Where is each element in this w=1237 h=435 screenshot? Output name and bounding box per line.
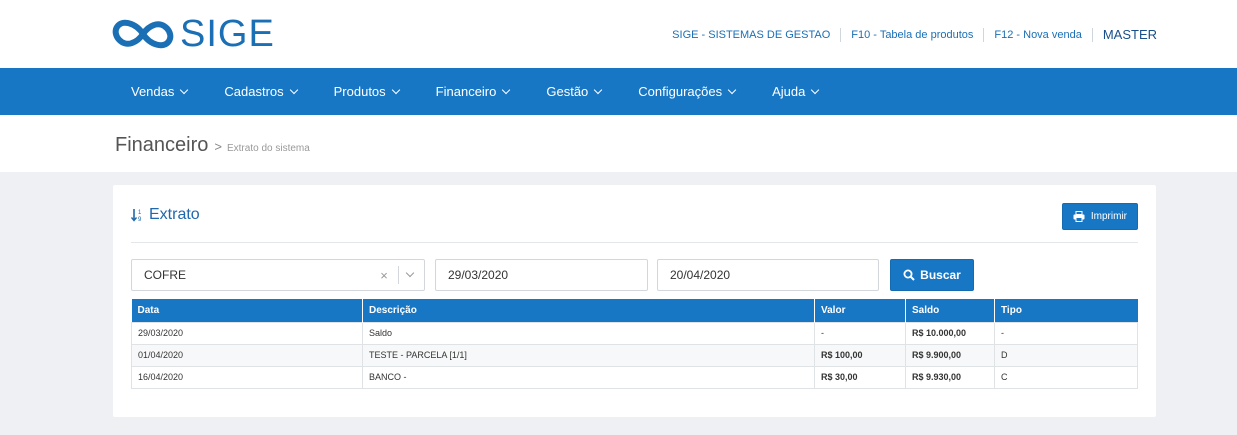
f12-new-sale-link[interactable]: F12 - Nova venda <box>994 29 1081 41</box>
column-header-valor[interactable]: Valor <box>814 299 906 322</box>
chevron-down-icon <box>594 85 603 94</box>
nav-item-financeiro[interactable]: Financeiro <box>435 84 511 99</box>
column-header-saldo[interactable]: Saldo <box>905 299 995 322</box>
nav-item-produtos[interactable]: Produtos <box>333 84 400 99</box>
statement-table: Data Descrição Valor Saldo Tipo 29/03/20… <box>131 299 1138 389</box>
nav-item-cadastros[interactable]: Cadastros <box>224 84 298 99</box>
nav-item-ajuda[interactable]: Ajuda <box>772 84 820 99</box>
panel-title-text: Extrato <box>149 206 200 223</box>
end-date-input[interactable] <box>657 259 879 291</box>
panel-title: 1 9 Extrato <box>131 206 200 224</box>
cell-tipo: C <box>994 365 1138 389</box>
infinity-logo-icon <box>112 19 174 49</box>
company-link[interactable]: SIGE - SISTEMAS DE GESTAO <box>672 29 830 41</box>
search-button-label: Buscar <box>920 268 961 282</box>
search-button[interactable]: Buscar <box>890 259 974 291</box>
nav-item-label: Vendas <box>131 84 175 99</box>
panel-divider <box>131 242 1138 243</box>
nav-item-label: Gestão <box>546 84 589 99</box>
divider <box>398 266 399 284</box>
chevron-down-icon <box>180 85 189 94</box>
cell-data: 01/04/2020 <box>131 343 363 367</box>
divider <box>983 27 985 42</box>
chevron-down-icon[interactable] <box>404 268 418 282</box>
main-nav: Vendas Cadastros Produtos Financeiro Ges… <box>0 68 1237 115</box>
user-menu[interactable]: MASTER <box>1103 27 1157 42</box>
sort-numeric-icon: 1 9 <box>131 208 145 222</box>
cell-valor: R$ 30,00 <box>814 365 906 389</box>
chevron-down-icon <box>811 85 820 94</box>
cell-data: 29/03/2020 <box>131 321 363 345</box>
table-row[interactable]: 01/04/2020 TESTE - PARCELA [1/1] R$ 100,… <box>131 343 1138 367</box>
chevron-down-icon <box>502 85 511 94</box>
account-select[interactable]: COFRE × <box>131 259 425 291</box>
cell-tipo: - <box>994 321 1138 345</box>
account-select-value: COFRE <box>144 268 186 282</box>
chevron-down-icon <box>391 85 400 94</box>
chevron-down-icon <box>727 85 737 94</box>
cell-tipo: D <box>994 343 1138 367</box>
cell-saldo: R$ 9.900,00 <box>905 343 995 367</box>
svg-text:1: 1 <box>138 210 142 216</box>
divider <box>1091 27 1093 42</box>
table-header-row: Data Descrição Valor Saldo Tipo <box>131 299 1138 322</box>
nav-item-gestao[interactable]: Gestão <box>546 84 603 99</box>
cell-valor: R$ 100,00 <box>814 343 906 367</box>
cell-descricao: Saldo <box>362 321 815 345</box>
start-date-input[interactable] <box>435 259 648 291</box>
breadcrumb-current: Extrato do sistema <box>226 143 310 154</box>
f10-product-table-link[interactable]: F10 - Tabela de produtos <box>851 29 973 41</box>
cell-descricao: TESTE - PARCELA [1/1] <box>362 343 815 367</box>
divider <box>840 27 842 42</box>
clear-icon[interactable]: × <box>375 268 393 283</box>
cell-valor: - <box>814 321 906 345</box>
column-header-descricao[interactable]: Descrição <box>362 299 815 322</box>
breadcrumb-separator: > <box>214 139 222 154</box>
column-header-tipo[interactable]: Tipo <box>994 299 1138 322</box>
brand-name: SIGE <box>180 13 275 55</box>
main-content: 1 9 Extrato Imprimir COFRE × 29/03/2020 … <box>0 172 1237 435</box>
print-button-label: Imprimir <box>1090 211 1127 222</box>
nav-item-label: Configurações <box>638 84 723 99</box>
nav-item-vendas[interactable]: Vendas <box>131 84 189 99</box>
svg-text:9: 9 <box>138 217 142 222</box>
nav-item-configuracoes[interactable]: Configurações <box>638 84 737 99</box>
chevron-down-icon <box>289 85 298 94</box>
table-row[interactable]: 29/03/2020 Saldo - R$ 10.000,00 - <box>131 321 1138 345</box>
print-icon <box>1073 211 1085 222</box>
top-header: SIGE SIGE - SISTEMAS DE GESTAO F10 - Tab… <box>0 0 1237 68</box>
cell-data: 16/04/2020 <box>131 365 363 389</box>
cell-descricao: BANCO - <box>362 365 815 389</box>
brand-logo[interactable]: SIGE <box>110 14 275 54</box>
cell-saldo: R$ 10.000,00 <box>905 321 995 345</box>
top-links: SIGE - SISTEMAS DE GESTAO F10 - Tabela d… <box>672 27 1157 42</box>
breadcrumb: Financeiro > Extrato do sistema <box>115 134 310 157</box>
cell-saldo: R$ 9.930,00 <box>905 365 995 389</box>
nav-item-label: Produtos <box>333 84 386 99</box>
column-header-data[interactable]: Data <box>131 299 363 322</box>
nav-item-label: Financeiro <box>435 84 497 99</box>
nav-item-label: Cadastros <box>224 84 284 99</box>
table-row[interactable]: 16/04/2020 BANCO - R$ 30,00 R$ 9.930,00 … <box>131 365 1138 389</box>
nav-item-label: Ajuda <box>772 84 806 99</box>
page-title: Financeiro <box>115 134 209 156</box>
print-button[interactable]: Imprimir <box>1061 203 1138 230</box>
search-icon <box>903 269 915 281</box>
statement-panel: 1 9 Extrato Imprimir COFRE × 29/03/2020 … <box>113 185 1156 417</box>
